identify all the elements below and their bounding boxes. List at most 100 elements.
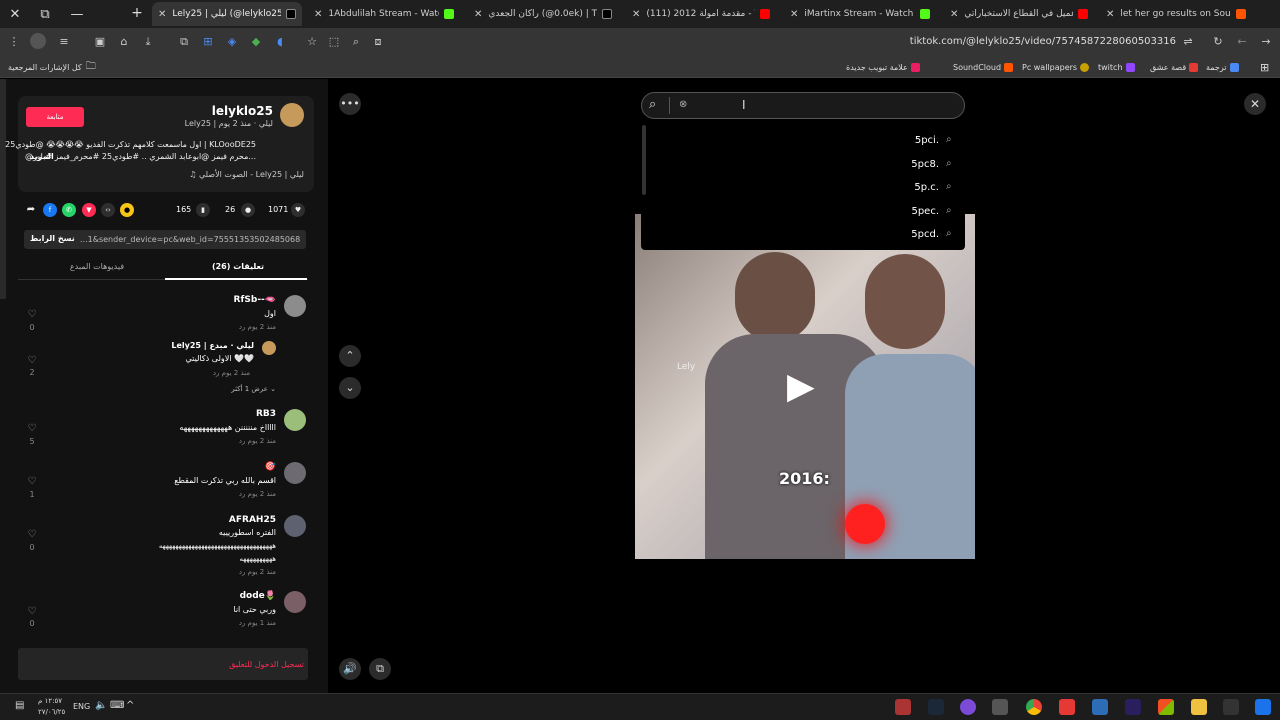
commenter-avatar[interactable] <box>284 591 306 613</box>
app-icon[interactable] <box>1223 699 1239 715</box>
profile-avatar-icon[interactable] <box>30 33 46 49</box>
app-icon[interactable] <box>895 699 911 715</box>
dropdown-scrollbar[interactable] <box>642 125 646 195</box>
shield-icon[interactable]: ◈ <box>224 33 240 51</box>
close-window-icon[interactable]: ✕ <box>0 0 30 28</box>
site-settings-icon[interactable]: ⇌ <box>1180 33 1196 51</box>
sound-link[interactable]: ♫ الصوت الأصلي - Lely25 | ليلي <box>189 170 304 179</box>
copy-link-button[interactable]: نسخ الرابط <box>30 234 75 243</box>
reload-icon[interactable]: ↻ <box>1210 33 1226 51</box>
minimize-window-icon[interactable]: — <box>62 0 92 28</box>
facebook-icon[interactable]: f <box>43 203 57 217</box>
comment-like-icon[interactable]: ♡ <box>26 476 38 488</box>
bookmark-item[interactable]: ترجمة <box>1206 59 1239 75</box>
commenter-name[interactable]: RB3 <box>256 409 276 419</box>
tab-imartinx-stream[interactable]: ✕ iMartinx Stream - Watch Live <box>784 2 936 26</box>
more-options-icon[interactable]: ••• <box>339 93 361 115</box>
close-tab-icon[interactable]: ✕ <box>790 9 798 20</box>
app-icon[interactable] <box>992 699 1008 715</box>
tab-comments[interactable]: تعليقات (26) <box>200 262 276 271</box>
search-suggestion[interactable]: 5pcd. <box>911 229 939 240</box>
close-tab-icon[interactable]: ✕ <box>314 9 322 20</box>
bookmark-item[interactable]: Pc wallpapers <box>1022 59 1090 75</box>
file-explorer-icon[interactable] <box>1191 699 1207 715</box>
forward-icon[interactable]: ← <box>1234 33 1250 51</box>
tab-search-icon[interactable]: ▣ <box>92 33 108 51</box>
commenter-avatar[interactable] <box>284 462 306 484</box>
language-indicator[interactable]: ENG <box>73 702 90 711</box>
comment-like-icon[interactable]: ♡ <box>26 423 38 435</box>
new-tab-button[interactable]: + <box>130 4 144 22</box>
back-icon[interactable]: → <box>1258 33 1274 51</box>
commenter-name[interactable]: Lely25 | ليلي · مبدع <box>171 341 254 350</box>
author-username[interactable]: lelyklo25 <box>212 104 273 118</box>
app-icon[interactable] <box>1255 699 1271 715</box>
comment-icon[interactable]: ● <box>241 203 255 217</box>
close-tab-icon[interactable]: ✕ <box>632 9 640 20</box>
commenter-name[interactable]: RfSb--🫦 <box>234 295 276 305</box>
heart-icon[interactable]: ♥ <box>291 203 305 217</box>
adblock-icon[interactable]: ◆ <box>248 33 264 51</box>
embed-icon[interactable]: ‹› <box>101 203 115 217</box>
login-to-comment-link[interactable]: تسجيل الدخول للتعليق <box>229 660 304 669</box>
network-icon[interactable]: ⌨ <box>110 700 124 711</box>
tab-abdulilah-stream[interactable]: ✕ 1Abdulilah Stream - Watch Live <box>308 2 460 26</box>
close-tab-icon[interactable]: ✕ <box>158 9 166 20</box>
apps-grid-icon[interactable]: ⊞ <box>1260 59 1269 75</box>
send-icon[interactable]: ▼ <box>82 203 96 217</box>
play-icon[interactable]: ▶ <box>787 366 815 407</box>
commenter-avatar[interactable] <box>284 515 306 537</box>
next-video-icon[interactable]: ⌄ <box>339 377 361 399</box>
volume-icon[interactable]: 🔊 <box>339 658 361 680</box>
sound-extension-icon[interactable]: ◖ <box>272 33 288 51</box>
fullscreen-icon[interactable]: ⧉ <box>369 658 391 680</box>
commenter-avatar[interactable] <box>284 295 306 317</box>
commenter-name[interactable]: AFRAH25 <box>229 515 276 525</box>
search-suggestion[interactable]: 5pec. <box>911 206 939 217</box>
after-effects-icon[interactable] <box>1125 699 1141 715</box>
search-suggestion[interactable]: 5pci. <box>915 135 939 146</box>
restore-window-icon[interactable]: ⧉ <box>30 0 60 28</box>
comment-like-icon[interactable]: ♡ <box>26 309 38 321</box>
extensions-puzzle-icon[interactable]: ⧉ <box>176 33 192 51</box>
comment-like-icon[interactable]: ♡ <box>26 529 38 541</box>
view-replies-link[interactable]: عرض 1 أكثر ⌄ <box>231 385 276 393</box>
bookmark-item[interactable]: twitch <box>1098 59 1135 75</box>
clear-search-icon[interactable]: ⊗ <box>679 99 687 110</box>
comment-like-icon[interactable]: ♡ <box>26 355 38 367</box>
close-tab-icon[interactable]: ✕ <box>950 9 958 20</box>
all-bookmarks-folder[interactable]: كل الإشارات المرجعية 🗀 <box>8 59 96 75</box>
tab-youtube[interactable]: ✕ (111) مقدمة امولة 2012 - YouTube <box>626 2 776 26</box>
tab-tiktok-lely[interactable]: ✕ Lely25 | ليلي (@lelyklo25) | TikTok <box>152 2 302 26</box>
app-icon[interactable] <box>960 699 976 715</box>
tab-youtube-hamid[interactable]: ✕ حميد عميل في القطاع الاستخباراتي <box>944 2 1094 26</box>
clock-time[interactable]: ١٢:٥٧ م <box>38 697 62 705</box>
app-icon[interactable] <box>1092 699 1108 715</box>
download-icon[interactable]: ⤓ <box>140 33 156 51</box>
sidebar-scrollbar[interactable] <box>0 79 6 299</box>
search-suggestion[interactable]: 5p.c. <box>914 182 939 193</box>
commenter-name[interactable]: 🎯 <box>265 462 276 472</box>
notification-icon[interactable]: ▤ <box>15 700 24 711</box>
tray-overflow-icon[interactable]: ^ <box>126 700 134 711</box>
steam-icon[interactable] <box>928 699 944 715</box>
commenter-avatar[interactable] <box>262 341 276 355</box>
whatsapp-icon[interactable]: ✆ <box>62 203 76 217</box>
tab-tiktok-rakan[interactable]: ✕ راكان الجعدي (@0.0ek) | TikTok <box>468 2 618 26</box>
bookmark-item[interactable]: علامة تبويب جديدة <box>846 59 920 75</box>
share-link[interactable]: ...1&sender_device=pc&web_id=75551353502… <box>80 235 300 244</box>
microsoft-store-icon[interactable] <box>1158 699 1174 715</box>
close-tab-icon[interactable]: ✕ <box>1106 9 1114 20</box>
search-input[interactable] <box>641 92 965 119</box>
share-arrow-icon[interactable]: ➦ <box>24 203 38 217</box>
extension-icon[interactable]: ≡ <box>56 33 72 51</box>
more-link[interactable]: المزيد <box>30 152 54 161</box>
commenter-avatar[interactable] <box>284 409 306 431</box>
close-video-icon[interactable]: ✕ <box>1244 93 1266 115</box>
comment-like-icon[interactable]: ♡ <box>26 606 38 618</box>
volume-tray-icon[interactable]: 🔈 <box>95 700 107 711</box>
coin-icon[interactable]: ● <box>120 203 134 217</box>
clock-date[interactable]: ٢٧/٠٦/٢٥ <box>38 708 65 716</box>
follow-button[interactable]: متابعة <box>26 107 84 127</box>
tab-creator-videos[interactable]: فيديوهات المبدع <box>52 262 142 271</box>
